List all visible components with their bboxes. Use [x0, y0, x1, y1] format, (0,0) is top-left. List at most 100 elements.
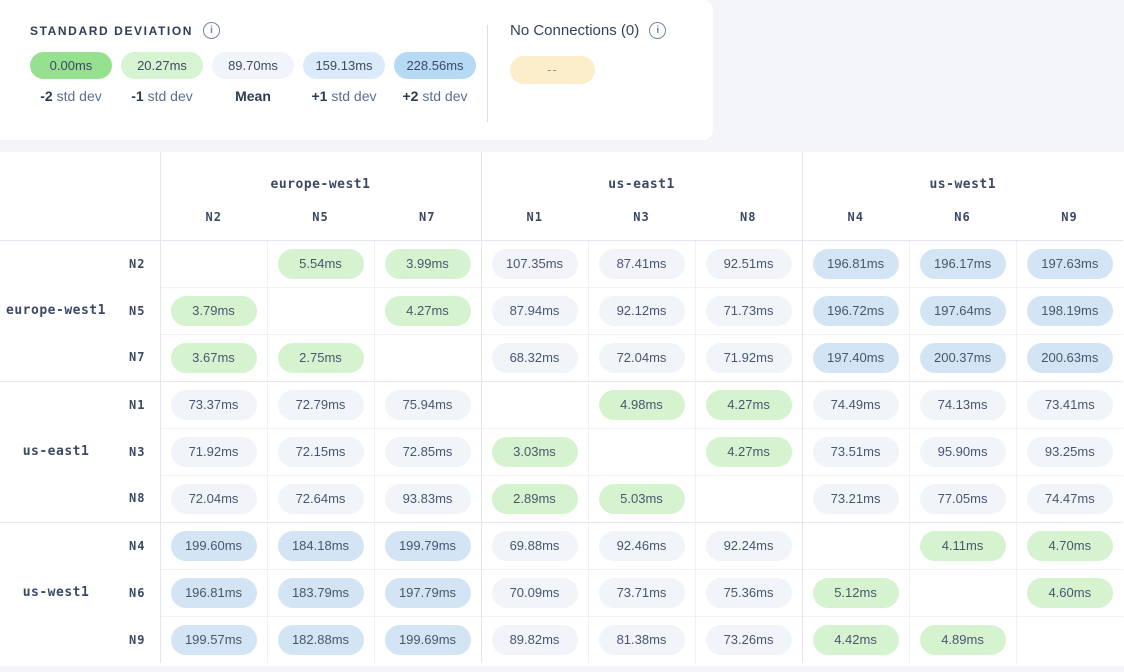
latency-pill[interactable]: 92.46ms [599, 531, 685, 561]
latency-cell: 72.85ms [374, 428, 481, 475]
latency-cell: 72.64ms [267, 475, 374, 522]
latency-cell: 74.13ms [909, 381, 1016, 428]
latency-pill[interactable]: 4.70ms [1027, 531, 1113, 561]
latency-pill[interactable]: 71.92ms [706, 343, 792, 373]
latency-cell: 196.81ms [160, 569, 267, 616]
latency-pill[interactable]: 72.15ms [278, 437, 364, 467]
node-row-label: N6 [112, 569, 160, 616]
latency-pill[interactable]: 4.27ms [385, 296, 471, 326]
latency-pill[interactable]: 182.88ms [278, 625, 364, 655]
latency-pill[interactable]: 4.11ms [920, 531, 1006, 561]
latency-pill[interactable]: 92.12ms [599, 296, 685, 326]
latency-cell: 71.73ms [695, 287, 802, 334]
latency-pill[interactable]: 92.51ms [706, 249, 792, 279]
latency-pill[interactable]: 72.04ms [171, 484, 257, 514]
latency-cell: 199.57ms [160, 616, 267, 663]
latency-pill[interactable]: 3.67ms [171, 343, 257, 373]
latency-pill[interactable]: 72.85ms [385, 437, 471, 467]
latency-pill[interactable]: 73.71ms [599, 578, 685, 608]
latency-pill[interactable]: 3.79ms [171, 296, 257, 326]
latency-pill[interactable]: 197.64ms [920, 296, 1006, 326]
latency-pill[interactable]: 4.42ms [813, 625, 899, 655]
latency-pill[interactable]: 197.79ms [385, 578, 471, 608]
latency-pill[interactable]: 70.09ms [492, 578, 578, 608]
latency-pill[interactable]: 93.25ms [1027, 437, 1113, 467]
latency-pill[interactable]: 4.89ms [920, 625, 1006, 655]
latency-pill[interactable]: 87.41ms [599, 249, 685, 279]
latency-pill[interactable]: 71.92ms [171, 437, 257, 467]
latency-pill[interactable]: 87.94ms [492, 296, 578, 326]
latency-pill[interactable]: 5.03ms [599, 484, 685, 514]
latency-pill[interactable]: 3.03ms [492, 437, 578, 467]
no-connections-title: No Connections (0) [510, 22, 639, 39]
latency-pill[interactable]: 4.27ms [706, 390, 792, 420]
latency-pill[interactable]: 75.36ms [706, 578, 792, 608]
latency-pill[interactable]: 72.79ms [278, 390, 364, 420]
latency-pill[interactable]: 4.60ms [1027, 578, 1113, 608]
latency-pill[interactable]: 199.79ms [385, 531, 471, 561]
latency-pill[interactable]: 4.27ms [706, 437, 792, 467]
latency-pill[interactable]: 5.12ms [813, 578, 899, 608]
latency-pill[interactable]: 89.82ms [492, 625, 578, 655]
latency-cell: 182.88ms [267, 616, 374, 663]
latency-pill[interactable]: 200.63ms [1027, 343, 1113, 373]
latency-pill[interactable]: 2.75ms [278, 343, 364, 373]
latency-pill[interactable]: 184.18ms [278, 531, 364, 561]
latency-pill[interactable]: 74.47ms [1027, 484, 1113, 514]
latency-pill[interactable]: 200.37ms [920, 343, 1006, 373]
latency-pill[interactable]: 71.73ms [706, 296, 792, 326]
latency-cell: 197.40ms [802, 334, 909, 381]
latency-pill[interactable]: 95.90ms [920, 437, 1006, 467]
latency-pill[interactable]: 75.94ms [385, 390, 471, 420]
latency-cell: 75.94ms [374, 381, 481, 428]
latency-pill[interactable]: 198.19ms [1027, 296, 1113, 326]
latency-cell: 75.36ms [695, 569, 802, 616]
latency-pill[interactable]: 107.35ms [492, 249, 578, 279]
latency-cell: 199.60ms [160, 522, 267, 569]
latency-cell: 92.24ms [695, 522, 802, 569]
latency-pill[interactable]: 196.81ms [813, 249, 899, 279]
latency-pill[interactable]: 68.32ms [492, 343, 578, 373]
empty-diagonal-cell [481, 381, 588, 428]
latency-pill[interactable]: 2.89ms [492, 484, 578, 514]
latency-pill[interactable]: 73.41ms [1027, 390, 1113, 420]
empty-diagonal-cell [588, 428, 695, 475]
latency-pill[interactable]: 199.60ms [171, 531, 257, 561]
latency-pill[interactable]: 196.17ms [920, 249, 1006, 279]
latency-cell: 71.92ms [695, 334, 802, 381]
latency-pill[interactable]: 81.38ms [599, 625, 685, 655]
info-icon[interactable]: i [203, 22, 220, 39]
row-group: us-east1N173.37ms72.79ms75.94ms4.98ms4.2… [0, 381, 1123, 522]
node-row-label: N8 [112, 475, 160, 522]
latency-pill[interactable]: 72.64ms [278, 484, 364, 514]
column-node-header: N4 [802, 194, 909, 240]
latency-pill[interactable]: 69.88ms [492, 531, 578, 561]
latency-pill[interactable]: 3.99ms [385, 249, 471, 279]
latency-pill[interactable]: 5.54ms [278, 249, 364, 279]
latency-pill[interactable]: 197.40ms [813, 343, 899, 373]
latency-cell: 74.47ms [1016, 475, 1123, 522]
latency-cell: 77.05ms [909, 475, 1016, 522]
latency-pill[interactable]: 72.04ms [599, 343, 685, 373]
latency-pill[interactable]: 73.51ms [813, 437, 899, 467]
latency-pill[interactable]: 73.37ms [171, 390, 257, 420]
latency-pill[interactable]: 4.98ms [599, 390, 685, 420]
latency-pill[interactable]: 73.21ms [813, 484, 899, 514]
info-icon[interactable]: i [649, 22, 666, 39]
latency-pill[interactable]: 199.69ms [385, 625, 471, 655]
latency-pill[interactable]: 74.13ms [920, 390, 1006, 420]
latency-pill[interactable]: 74.49ms [813, 390, 899, 420]
latency-cell: 196.81ms [802, 240, 909, 287]
latency-pill[interactable]: 183.79ms [278, 578, 364, 608]
latency-cell: 3.79ms [160, 287, 267, 334]
latency-pill[interactable]: 77.05ms [920, 484, 1006, 514]
latency-pill[interactable]: 199.57ms [171, 625, 257, 655]
latency-cell: 73.71ms [588, 569, 695, 616]
latency-cell: 2.75ms [267, 334, 374, 381]
latency-pill[interactable]: 196.72ms [813, 296, 899, 326]
latency-pill[interactable]: 73.26ms [706, 625, 792, 655]
latency-pill[interactable]: 197.63ms [1027, 249, 1113, 279]
latency-pill[interactable]: 93.83ms [385, 484, 471, 514]
latency-pill[interactable]: 196.81ms [171, 578, 257, 608]
latency-pill[interactable]: 92.24ms [706, 531, 792, 561]
